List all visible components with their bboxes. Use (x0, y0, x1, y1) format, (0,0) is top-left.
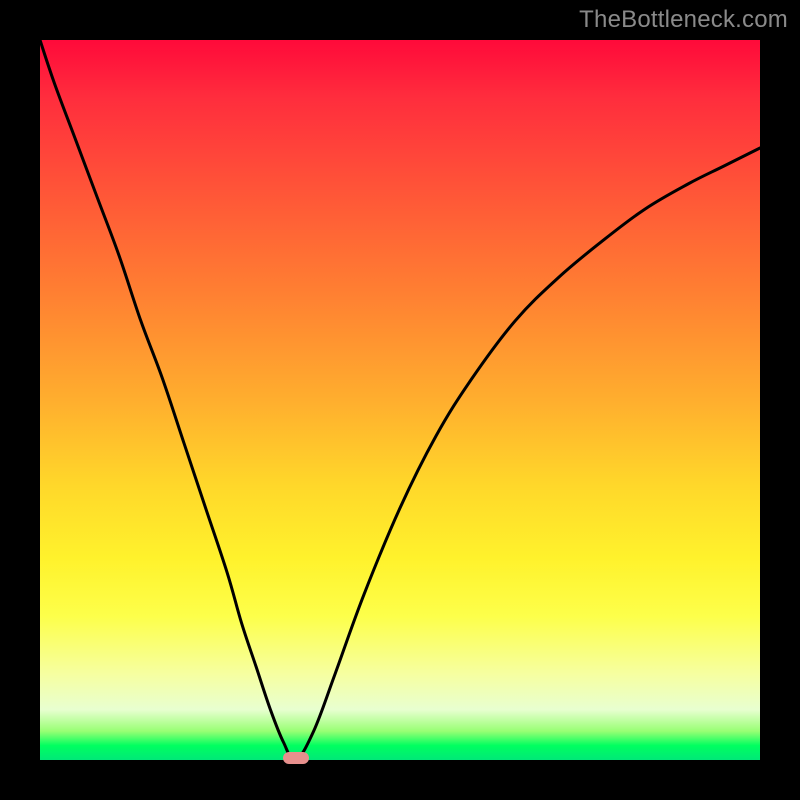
optimal-point-marker (283, 752, 309, 764)
watermark-text: TheBottleneck.com (579, 6, 788, 34)
chart-plot-area (40, 40, 760, 760)
curve-svg (40, 40, 760, 760)
bottleneck-curve-path (40, 40, 760, 760)
